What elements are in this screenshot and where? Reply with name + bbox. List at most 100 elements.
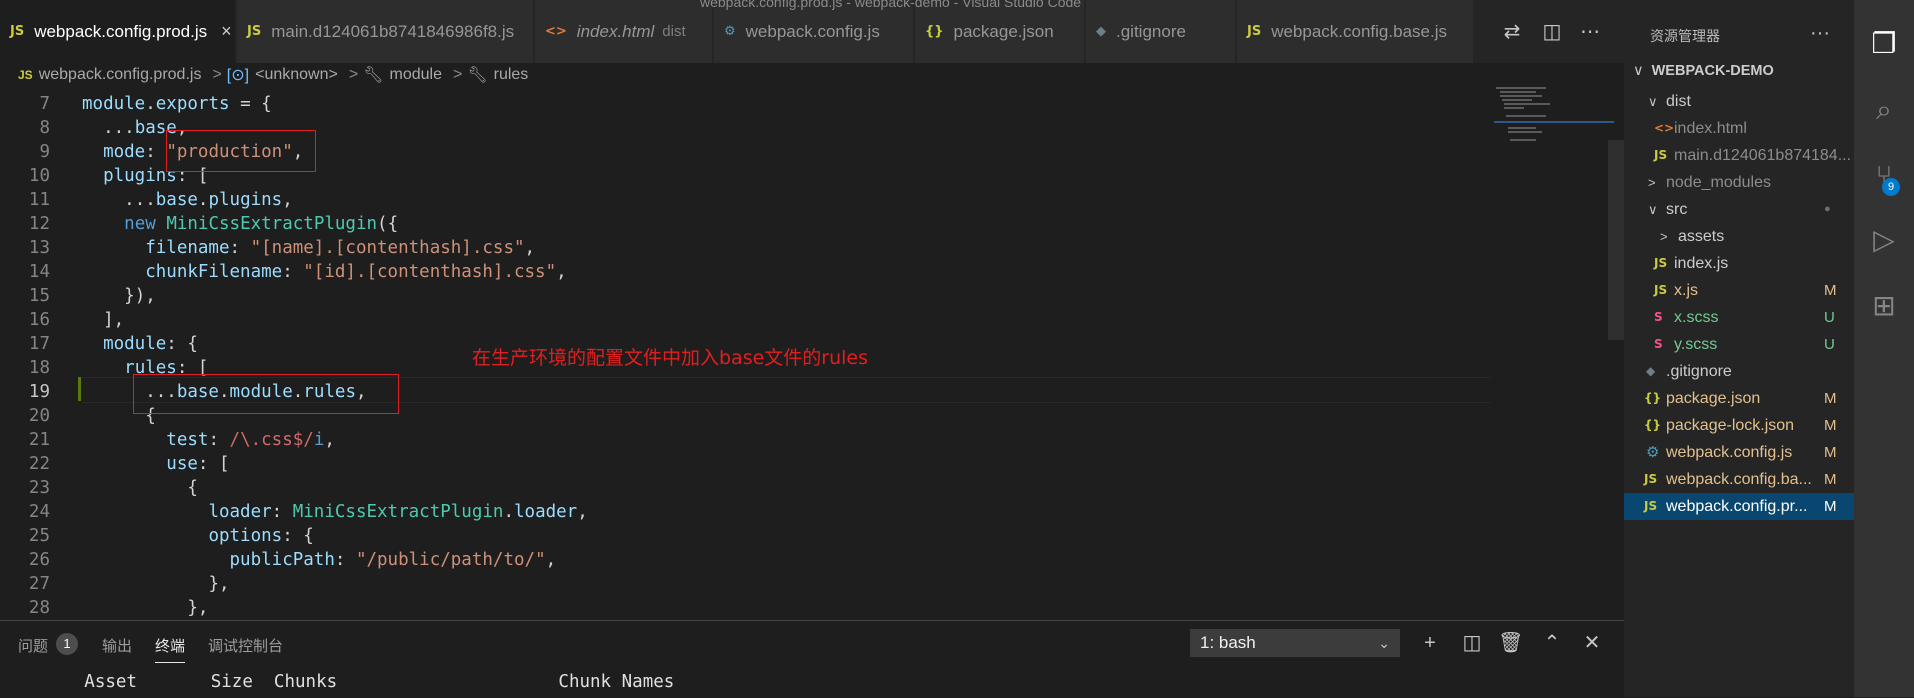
html-file-icon: <> bbox=[1654, 121, 1675, 135]
tree-item-webpack-config-base[interactable]: JS webpack.config.ba... M bbox=[1624, 466, 1854, 493]
tree-item-dist[interactable]: ∨ dist bbox=[1624, 88, 1854, 115]
annotation-text: 在生产环境的配置文件中加入base文件的rules bbox=[472, 347, 869, 369]
tab-label: webpack.config.prod.js bbox=[34, 21, 208, 41]
editor-scrollbar[interactable] bbox=[1608, 140, 1624, 340]
git-file-icon: ◆ bbox=[1646, 364, 1656, 378]
tree-item-package-lock-json[interactable]: {} package-lock.json M bbox=[1624, 412, 1854, 439]
terminal-select[interactable]: 1: bash ⌄ bbox=[1190, 629, 1400, 657]
search-icon[interactable]: ⌕ bbox=[1864, 90, 1904, 130]
split-terminal-icon[interactable]: ◫ bbox=[1460, 631, 1484, 655]
annotation-box-rules bbox=[133, 374, 399, 414]
js-file-icon: JS bbox=[18, 68, 33, 82]
problems-count-badge: 1 bbox=[56, 633, 78, 655]
js-file-icon: JS bbox=[1644, 472, 1658, 486]
tree-item-assets[interactable]: > assets bbox=[1624, 223, 1854, 250]
chevron-up-icon[interactable]: ⌃ bbox=[1540, 631, 1564, 655]
code-line: 24 loader: MiniCssExtractPlugin.loader, bbox=[28, 502, 588, 522]
js-file-icon: JS bbox=[247, 24, 262, 39]
more-actions-icon[interactable]: ⋯ bbox=[1578, 20, 1602, 44]
code-line: 23 { bbox=[28, 478, 198, 498]
chevron-down-icon: ⌄ bbox=[1378, 635, 1390, 651]
tab-label: webpack.config.js bbox=[745, 21, 880, 41]
chevron-right-icon: > bbox=[212, 66, 222, 83]
chevron-right-icon: > bbox=[1648, 175, 1656, 190]
explorer-title: 资源管理器 bbox=[1650, 29, 1720, 45]
code-line: 15 }), bbox=[28, 286, 156, 306]
tree-item-x-js[interactable]: JS x.js M bbox=[1624, 277, 1854, 304]
tree-item-x-scss[interactable]: Sx.scss U bbox=[1624, 304, 1854, 331]
tree-item-package-json[interactable]: {} package.json M bbox=[1624, 385, 1854, 412]
tree-item-webpack-config-prod[interactable]: JS webpack.config.pr... M bbox=[1624, 493, 1854, 520]
modified-dot: ● bbox=[1824, 203, 1831, 215]
js-file-icon: JS bbox=[10, 24, 25, 39]
json-file-icon: {} bbox=[1644, 391, 1662, 405]
tab-label: index.html bbox=[576, 21, 655, 41]
tree-item-src[interactable]: ∨ src ● bbox=[1624, 196, 1854, 223]
chevron-right-icon: > bbox=[452, 66, 463, 83]
project-folder-header[interactable]: ∨ WEBPACK-DEMO bbox=[1633, 63, 1774, 79]
js-file-icon: JS bbox=[1654, 148, 1668, 162]
js-file-icon: JS bbox=[1644, 499, 1658, 513]
tree-item-y-scss[interactable]: Sy.scss U bbox=[1624, 331, 1854, 358]
run-debug-icon[interactable]: ▷ bbox=[1864, 220, 1904, 260]
annotation-box-mode bbox=[166, 130, 316, 172]
chevron-down-icon: ∨ bbox=[1648, 202, 1658, 217]
tab-problems[interactable]: 问题 bbox=[18, 635, 48, 656]
code-line: 12 new MiniCssExtractPlugin({ bbox=[28, 214, 399, 234]
new-terminal-icon[interactable]: + bbox=[1418, 631, 1442, 655]
tab-index-html[interactable]: <> index.html dist bbox=[535, 0, 713, 63]
code-line: 28 }, bbox=[28, 598, 209, 618]
code-line: 16 ], bbox=[28, 310, 125, 330]
chevron-down-icon: ∨ bbox=[1648, 94, 1658, 109]
code-line: 26 publicPath: "/public/path/to/", bbox=[28, 550, 557, 570]
breadcrumb: JS webpack.config.prod.js > [⊙] <unknown… bbox=[0, 63, 1624, 87]
compare-changes-icon[interactable]: ⇄ bbox=[1500, 20, 1524, 44]
tree-item-index-html[interactable]: <> index.html bbox=[1624, 115, 1854, 142]
minimap[interactable] bbox=[1490, 87, 1624, 620]
tree-item-index-js[interactable]: JS index.js bbox=[1624, 250, 1854, 277]
tab-terminal[interactable]: 终端 bbox=[155, 635, 186, 663]
breadcrumb-file[interactable]: webpack.config.prod.js bbox=[39, 66, 202, 84]
json-file-icon: {} bbox=[1644, 418, 1662, 432]
tab-main-js[interactable]: JS main.d124061b8741846986f8.js bbox=[237, 0, 534, 63]
tab-label: package.json bbox=[953, 21, 1054, 41]
sass-file-icon: S bbox=[1654, 337, 1663, 351]
code-line: 27 }, bbox=[28, 574, 230, 594]
more-actions-icon[interactable]: ··· bbox=[1810, 22, 1830, 45]
code-line: 22 use: [ bbox=[28, 454, 230, 474]
tab-label: main.d124061b8741846986f8.js bbox=[271, 21, 515, 41]
code-line: 25 options: { bbox=[28, 526, 314, 546]
tree-item-main-js[interactable]: JS main.d124061b874184... bbox=[1624, 142, 1854, 169]
breadcrumb-rules[interactable]: rules bbox=[494, 66, 529, 84]
trash-icon[interactable]: 🗑︎ bbox=[1498, 631, 1523, 655]
tab-label: webpack.config.base.js bbox=[1271, 21, 1447, 41]
tab-debug-console[interactable]: 调试控制台 bbox=[208, 635, 283, 656]
js-file-icon: JS bbox=[1654, 256, 1668, 270]
html-file-icon: <> bbox=[545, 24, 567, 39]
close-icon[interactable]: × bbox=[221, 21, 232, 42]
terminal-output[interactable]: Asset Size Chunks Chunk Names bbox=[0, 672, 1624, 694]
chevron-right-icon: > bbox=[348, 66, 359, 83]
tree-item-node-modules[interactable]: > node_modules bbox=[1624, 169, 1854, 196]
tab-output[interactable]: 输出 bbox=[102, 635, 132, 656]
sass-file-icon: S bbox=[1654, 310, 1663, 324]
symbol-object-icon: [⊙] bbox=[226, 67, 250, 84]
tree-item-gitignore[interactable]: ◆ .gitignore bbox=[1624, 358, 1854, 385]
tree-item-webpack-config-js[interactable]: ⚙ webpack.config.js M bbox=[1624, 439, 1854, 466]
close-panel-icon[interactable]: ✕ bbox=[1580, 631, 1604, 655]
tab-webpack-config-prod[interactable]: JS webpack.config.prod.js × bbox=[0, 0, 236, 63]
tab-gitignore[interactable]: ◆ .gitignore bbox=[1086, 0, 1236, 63]
split-editor-icon[interactable]: ◫ bbox=[1540, 20, 1564, 44]
code-line: 11 ...base.plugins, bbox=[28, 190, 293, 210]
explorer-files-icon[interactable]: ❐ bbox=[1864, 24, 1904, 64]
json-file-icon: {} bbox=[925, 24, 944, 39]
breadcrumb-module[interactable]: module bbox=[389, 66, 441, 84]
source-control-badge: 9 bbox=[1882, 178, 1900, 196]
code-line: 7 module.exports = { bbox=[39, 94, 272, 114]
tab-webpack-config-base[interactable]: JS webpack.config.base.js bbox=[1237, 0, 1474, 63]
code-line: 21 test: /\.css$/i, bbox=[28, 430, 335, 450]
wrench-icon: 🔧︎ bbox=[363, 67, 384, 84]
tab-description: dist bbox=[662, 23, 686, 40]
extensions-icon[interactable]: ⊞ bbox=[1864, 286, 1904, 326]
breadcrumb-unknown[interactable]: <unknown> bbox=[255, 66, 338, 84]
